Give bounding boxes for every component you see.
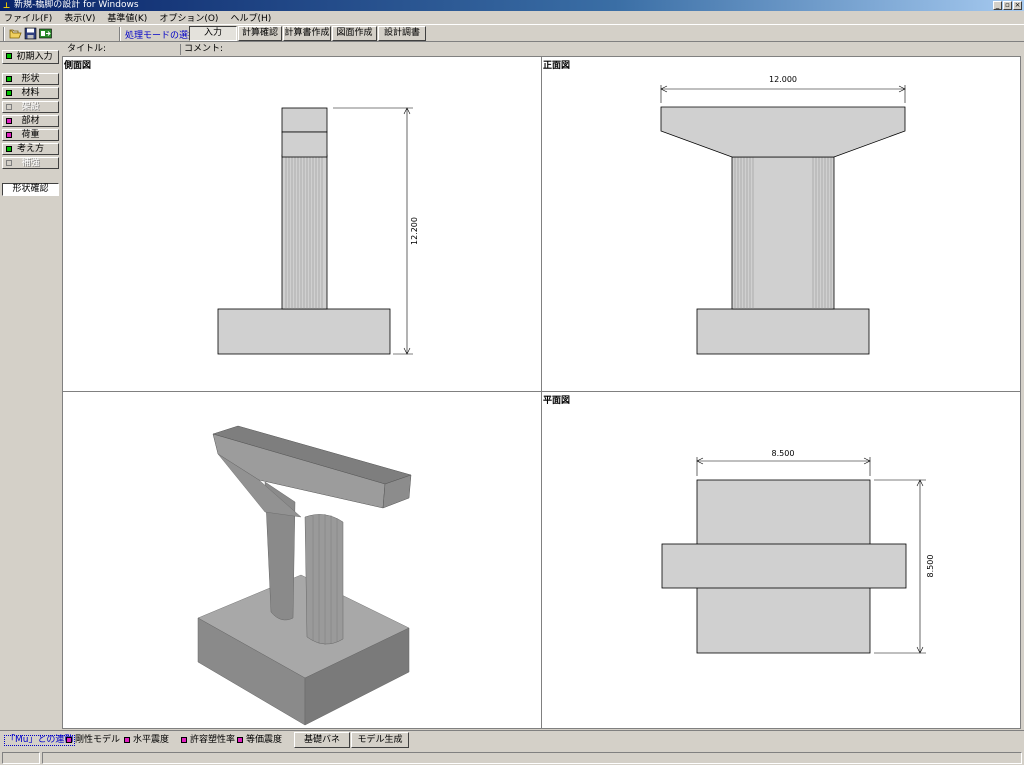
toolbar-grip [3,27,5,41]
status-indicator [66,737,72,743]
menu-options[interactable]: オプション(O) [159,11,218,24]
menu-file[interactable]: ファイル(F) [4,11,52,24]
mode-calc-check-button[interactable]: 計算確認 [238,26,282,41]
width-dimension-text: 12.000 [769,75,797,84]
material-label: 材料 [21,88,40,98]
member-button[interactable]: 部材 [2,115,59,127]
status-indicator [6,53,12,59]
erection-label: 架設 [21,102,40,112]
cap-beam-front [660,106,906,158]
menu-view[interactable]: 表示(V) [64,11,95,24]
plan-width-text: 8.500 [772,449,795,458]
horizontal-seismic-label: 水平震度 [133,735,170,745]
equivalent-seismic-item[interactable]: 等価震度 [237,735,282,745]
approach-button[interactable]: 考え方 [2,143,59,155]
side-view-drawing: 12.200 [217,107,419,355]
reinforcement-button: 補強 [2,157,59,169]
status-indicator [6,118,12,124]
shape-confirm-tab[interactable]: 形状確認 [2,183,59,196]
title-field-label[interactable]: タイトル: [67,44,106,55]
export-icon[interactable] [39,27,52,40]
mode-select-label: 処理モードの選択 [125,31,198,41]
plan-depth-text: 8.500 [926,555,935,578]
menu-bar: ファイル(F) 表示(V) 基準値(K) オプション(O) ヘルプ(H) [0,11,1024,24]
mode-input-button[interactable]: 入力 [189,26,237,41]
side-view-label: 側面図 [64,61,92,71]
window-titlebar: ⊥ 新規-橋脚の設計 for Windows _ ▫ × [0,0,1024,11]
status-cell [42,752,1022,764]
shape-button[interactable]: 形状 [2,73,59,85]
approach-label: 考え方 [16,144,44,154]
mode-design-summary-button[interactable]: 設計調書 [378,26,426,41]
model-generate-button[interactable]: モデル生成 [351,732,409,748]
iso-view-panel[interactable] [62,391,542,729]
toolbar-separator [119,27,121,41]
foundation-spring-button[interactable]: 基礎バネ [294,732,350,748]
minimize-button[interactable]: _ [993,1,1002,10]
status-indicator [6,146,12,152]
front-view-drawing: 12.000 [660,75,906,355]
allowable-ductility-label: 許容塑性率 [190,735,236,745]
front-view-label: 正面図 [543,61,571,71]
initial-input-label: 初期入力 [16,52,53,62]
cap-beam-plan [661,543,907,589]
status-indicator [6,132,12,138]
erection-button: 架設 [2,101,59,113]
stiffness-model-item[interactable]: 剛性モデル [66,735,120,745]
save-disk-icon[interactable] [24,27,37,40]
plan-view-label: 平面図 [543,396,571,406]
reinforcement-label: 補強 [21,158,40,168]
plan-view-drawing: 8.500 8.500 [661,449,935,654]
stiffness-model-label: 剛性モデル [75,735,121,745]
status-indicator [6,90,12,96]
footing-side [217,308,391,355]
app-icon: ⊥ [3,1,11,10]
mode-report-button[interactable]: 計算書作成 [283,26,331,41]
mode-drawing-button[interactable]: 図面作成 [332,26,377,41]
load-button[interactable]: 荷重 [2,129,59,141]
beam-upper-side [281,107,328,133]
menu-help[interactable]: ヘルプ(H) [230,11,271,24]
shape-label: 形状 [21,74,40,84]
info-bar: タイトル: コメント: [62,44,1024,55]
close-button[interactable]: × [1013,1,1022,10]
menu-standards[interactable]: 基準値(K) [107,11,147,24]
height-dimension-text: 12.200 [410,217,419,245]
status-indicator [237,737,243,743]
width-dimension [660,85,906,103]
left-panel: 初期入力 形状 材料 架設 部材 荷重 考え方 補強 形状確認 [0,44,62,730]
equivalent-seismic-label: 等価震度 [246,735,283,745]
front-view-panel[interactable]: 正面図 12.000 [541,56,1021,392]
status-indicator [124,737,130,743]
load-label: 荷重 [21,130,40,140]
status-cell [2,752,40,764]
allowable-ductility-item[interactable]: 許容塑性率 [181,735,235,745]
status-indicator [6,160,12,166]
horizontal-seismic-item[interactable]: 水平震度 [124,735,169,745]
comment-field-label[interactable]: コメント: [184,44,223,55]
toolbar: 処理モードの選択 入力 計算確認 計算書作成 図面作成 設計調書 [0,24,1024,42]
mu-link[interactable]: 「Mu」との連動 [4,735,76,746]
plan-view-panel[interactable]: 平面図 8.500 8.500 [541,391,1021,729]
member-label: 部材 [21,116,40,126]
footing-front [696,308,870,355]
status-indicator [6,76,12,82]
open-folder-icon[interactable] [9,27,22,40]
window-title: 新規-橋脚の設計 for Windows [14,0,139,10]
column-front-face [304,514,344,645]
bottom-bar: 「Mu」との連動 剛性モデル 水平震度 許容塑性率 等価震度 基礎バネ モデル生… [0,730,1024,749]
beam-lower-side [281,131,328,158]
column-front [731,156,835,310]
material-button[interactable]: 材料 [2,87,59,99]
iso-3d-drawing [197,425,412,726]
status-indicator [6,104,12,110]
status-indicator [181,737,187,743]
status-bar [0,750,1024,765]
restore-button[interactable]: ▫ [1003,1,1012,10]
side-view-panel[interactable]: 側面図 12.200 [62,56,542,392]
initial-input-button[interactable]: 初期入力 [2,50,59,64]
plan-width-dimension [696,457,871,476]
divider [180,44,181,55]
